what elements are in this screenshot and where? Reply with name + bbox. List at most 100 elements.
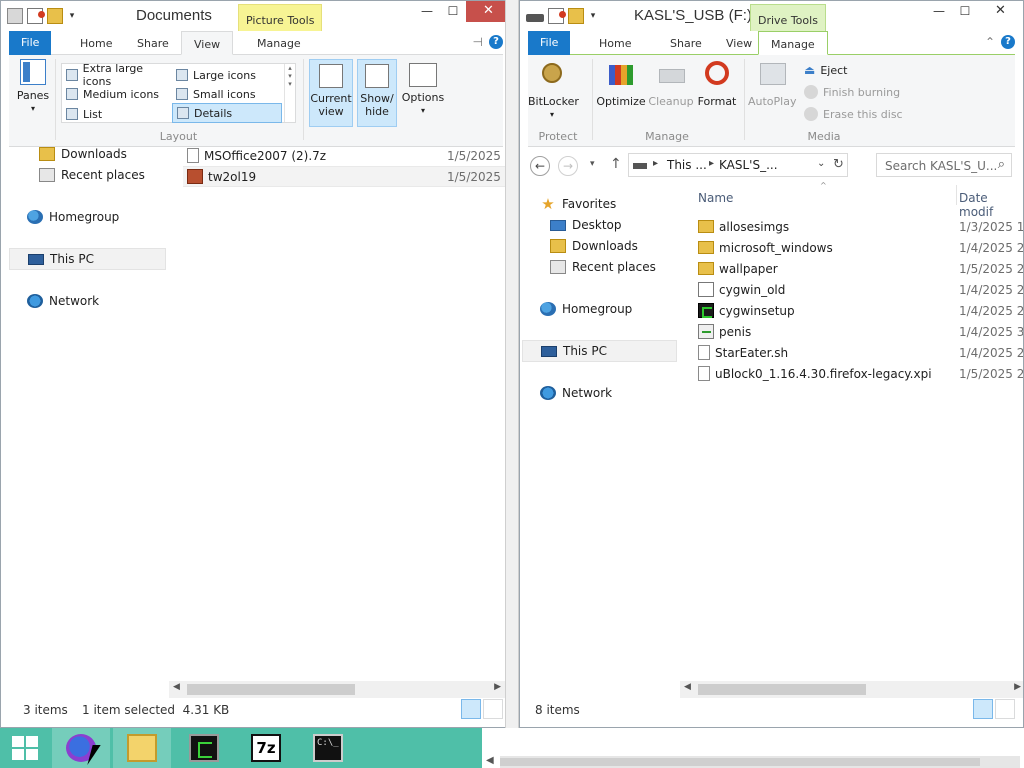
nav-network[interactable]: Network — [540, 386, 612, 400]
list-item[interactable]: allosesimgs 1/3/2025 1: — [698, 216, 1023, 237]
nav-homegroup[interactable]: Homegroup — [27, 210, 119, 224]
tab-view[interactable]: View — [714, 31, 764, 55]
title-bar[interactable]: ▾ Documents Picture Tools — ☐ ✕ — [1, 1, 511, 31]
tab-manage[interactable]: Manage — [245, 31, 313, 55]
nav-recent-places[interactable]: Recent places — [39, 168, 145, 182]
minimize-icon[interactable]: — — [926, 1, 952, 22]
tab-home[interactable]: Home — [587, 31, 643, 55]
large-icons-view-icon[interactable] — [995, 699, 1015, 719]
new-doc-icon[interactable] — [27, 8, 45, 24]
gallery-scroll[interactable]: ▴ ▾ ▾ — [284, 64, 295, 122]
finish-burning-button[interactable]: Finish burning — [804, 85, 900, 99]
search-input[interactable]: Search KASL'S_U... ⌕ — [876, 153, 1012, 177]
breadcrumb-usb[interactable]: KASL'S_... — [719, 158, 778, 172]
new-folder-icon[interactable] — [568, 8, 584, 24]
chevron-down-icon[interactable]: ▾ — [67, 8, 77, 24]
tab-file[interactable]: File — [9, 31, 52, 55]
file-date: 1/4/2025 2: — [959, 303, 1024, 318]
list-item[interactable]: cygwin_old 1/4/2025 2: — [698, 279, 1023, 300]
maximize-icon[interactable]: ☐ — [440, 1, 466, 22]
taskbar-command-prompt[interactable]: C:\_ — [299, 728, 357, 768]
options-button[interactable]: Options ▾ — [401, 59, 445, 117]
details-view-icon[interactable] — [461, 699, 481, 719]
list-item[interactable]: microsoft_windows 1/4/2025 2: — [698, 237, 1023, 258]
title-bar[interactable]: ▾ KASL'S_USB (F:) Drive Tools — ☐ ✕ — [520, 1, 1023, 31]
horizontal-scrollbar[interactable] — [500, 756, 1020, 768]
tab-manage[interactable]: Manage — [758, 31, 828, 55]
tab-share[interactable]: Share — [658, 31, 714, 55]
autoplay-button[interactable]: AutoPlay — [748, 59, 796, 108]
nav-this-pc[interactable]: This PC — [9, 248, 166, 270]
collapse-ribbon-icon[interactable]: ⌃ — [985, 35, 995, 49]
current-view-button[interactable]: Current view — [309, 59, 353, 127]
optimize-button[interactable]: Optimize — [596, 59, 646, 108]
format-button[interactable]: Format — [696, 59, 738, 108]
eject-button[interactable]: ⏏ Eject — [804, 63, 847, 77]
scrollbar-thumb[interactable] — [500, 758, 980, 766]
layout-details[interactable]: Details — [172, 103, 282, 123]
help-icon[interactable]: ? — [489, 35, 503, 49]
address-dropdown-icon[interactable]: ⌄ — [817, 158, 825, 169]
forward-button[interactable]: → — [558, 156, 578, 176]
tab-home[interactable]: Home — [68, 31, 124, 55]
nav-homegroup[interactable]: Homegroup — [540, 302, 632, 316]
tab-share[interactable]: Share — [125, 31, 181, 55]
start-button[interactable] — [0, 728, 50, 768]
show-hide-button[interactable]: Show/ hide — [357, 59, 397, 127]
list-item[interactable]: cygwinsetup 1/4/2025 2: — [698, 300, 1024, 321]
taskbar-firefox[interactable] — [52, 728, 110, 768]
column-name[interactable]: Name — [698, 191, 733, 205]
list-item[interactable]: MSOffice2007 (2).7z 1/5/2025 2: — [187, 145, 511, 166]
search-icon[interactable]: ⌕ — [998, 157, 1005, 172]
scrollbar-thumb[interactable] — [187, 684, 355, 695]
panes-button[interactable]: Panes ▾ — [15, 59, 51, 115]
layout-large-icons[interactable]: Large icons — [172, 65, 282, 85]
list-item[interactable]: tw2ol19 1/5/2025 2: — [183, 166, 511, 187]
maximize-icon[interactable]: ☐ — [952, 1, 978, 22]
layout-list[interactable]: List — [62, 104, 172, 124]
tab-view[interactable]: View — [181, 31, 234, 55]
breadcrumb-this-pc[interactable]: This ... — [667, 158, 707, 172]
nav-recent-places[interactable]: Recent places — [550, 260, 656, 274]
new-folder-icon[interactable] — [47, 8, 63, 24]
list-item[interactable]: wallpaper 1/5/2025 2: — [698, 258, 1023, 279]
cleanup-button[interactable]: Cleanup — [648, 59, 694, 108]
taskbar-cygwin[interactable] — [175, 728, 233, 768]
refresh-icon[interactable]: ↻ — [833, 157, 844, 172]
address-bar[interactable]: ▸ This ... ▸ KASL'S_... ⌄ ↻ — [628, 153, 848, 177]
properties-icon[interactable] — [7, 8, 23, 24]
details-view-icon[interactable] — [973, 699, 993, 719]
recent-locations-icon[interactable]: ▾ — [590, 159, 595, 169]
chevron-down-icon[interactable]: ▾ — [588, 8, 598, 24]
bitlocker-button[interactable]: BitLocker ▾ — [528, 59, 579, 121]
erase-disc-button[interactable]: Erase this disc — [804, 107, 903, 121]
minimize-icon[interactable]: — — [414, 1, 440, 22]
nav-this-pc[interactable]: This PC — [522, 340, 677, 362]
large-icons-view-icon[interactable] — [483, 699, 503, 719]
up-icon[interactable]: ↑ — [610, 156, 622, 172]
layout-small-icons[interactable]: Small icons — [172, 84, 282, 104]
nav-network[interactable]: Network — [27, 294, 99, 308]
scroll-left-icon[interactable]: ◀ — [486, 755, 494, 766]
list-item[interactable]: penis 1/4/2025 3: — [698, 321, 1023, 342]
list-item[interactable]: StarEater.sh 1/4/2025 2: — [698, 342, 1023, 363]
nav-downloads[interactable]: Downloads — [550, 239, 638, 253]
horizontal-scrollbar[interactable]: ◀ ▶ — [680, 681, 1023, 698]
layout-extra-large-icons[interactable]: Extra large icons — [62, 62, 172, 88]
layout-medium-icons[interactable]: Medium icons — [62, 84, 172, 104]
close-icon[interactable]: ✕ — [978, 1, 1023, 22]
pin-ribbon-icon[interactable]: ⊣ — [473, 35, 483, 49]
taskbar-file-explorer[interactable] — [113, 728, 171, 768]
help-icon[interactable]: ? — [1001, 35, 1015, 49]
horizontal-scrollbar[interactable]: ◀ ▶ — [169, 681, 505, 698]
back-button[interactable]: ← — [530, 156, 550, 176]
new-doc-icon[interactable] — [548, 8, 566, 24]
nav-desktop[interactable]: Desktop — [550, 218, 622, 232]
list-item[interactable]: uBlock0_1.16.4.30.firefox-legacy.xpi 1/5/… — [698, 363, 1023, 384]
nav-downloads[interactable]: Downloads — [39, 147, 127, 161]
taskbar-7zip[interactable]: 7z — [237, 728, 295, 768]
scrollbar-thumb[interactable] — [698, 684, 866, 695]
nav-favorites[interactable]: ★ Favorites — [540, 197, 616, 212]
column-date-modified[interactable]: Date modif — [959, 191, 1023, 219]
tab-file[interactable]: File — [528, 31, 571, 55]
